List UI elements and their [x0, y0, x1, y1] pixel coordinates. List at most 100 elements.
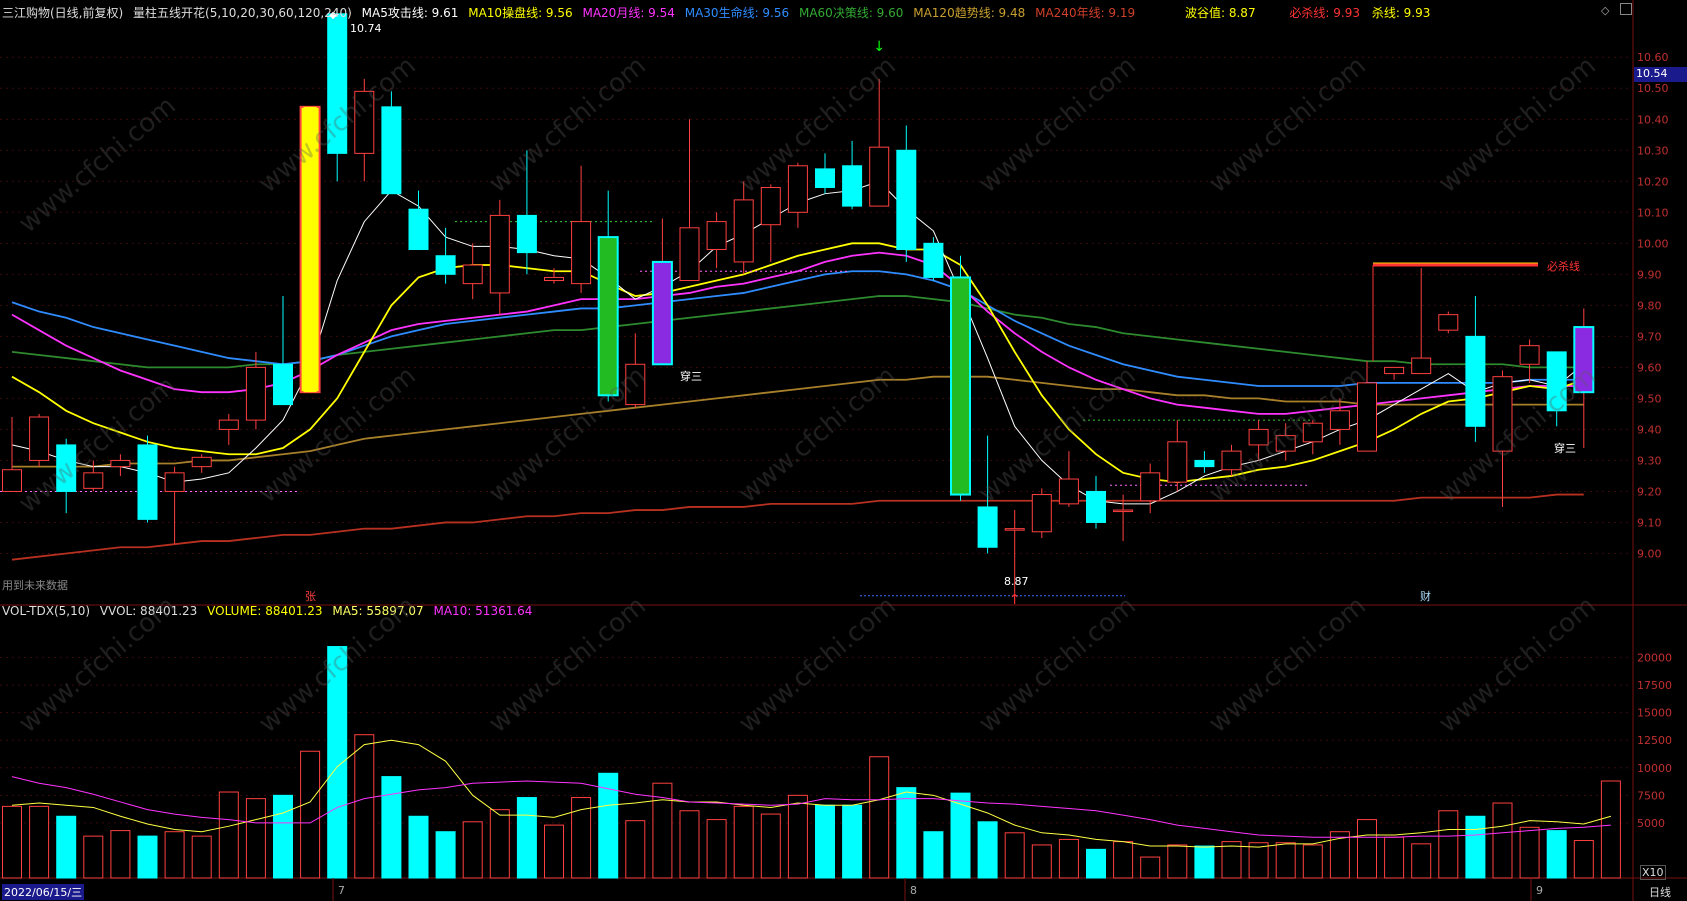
volume-bar [1519, 826, 1540, 879]
ma120-legend: MA120趋势线: 9.48 [913, 6, 1026, 20]
candle-body [679, 227, 700, 282]
candle-body [56, 444, 77, 492]
volume-bar [327, 646, 348, 879]
candle-body [1248, 428, 1269, 446]
volume-bar [137, 835, 158, 879]
volume-bar [1248, 842, 1269, 879]
volume-tick-label: 12500 [1637, 734, 1672, 747]
volume-bar [625, 820, 646, 879]
month-7-label: 7 [338, 884, 345, 897]
limit-up-inner [303, 106, 317, 393]
candle-body [1302, 422, 1323, 443]
candle-body [842, 165, 863, 207]
candle-body [273, 363, 293, 406]
volume-bar [516, 797, 537, 879]
period-label[interactable]: 日线 [1649, 884, 1671, 900]
candle-body [1465, 335, 1486, 427]
price-tick-label: 10.60 [1637, 51, 1669, 64]
candle-body [1221, 450, 1242, 471]
volume-tick-label: 5000 [1637, 817, 1665, 830]
volume-bar [462, 821, 483, 879]
price-tick-label: 10.50 [1637, 82, 1669, 95]
volume-bar [381, 776, 402, 879]
volume-bar [733, 805, 754, 879]
candle-body [1004, 528, 1025, 531]
kill-line-legend: 必杀线: 9.93 [1289, 6, 1360, 20]
vol-ma5-legend: MA5: 55897.07 [332, 604, 424, 618]
candle-body [977, 506, 998, 548]
volume-bar [815, 804, 835, 879]
candle-body [137, 444, 158, 520]
volume-bar [1086, 848, 1106, 879]
price-tick-label: 9.60 [1637, 361, 1662, 374]
volume-bar [408, 815, 429, 879]
volume-tick-label: 10000 [1637, 762, 1672, 775]
candle-body [1384, 366, 1405, 375]
zhang-label: 张 [305, 590, 316, 603]
volume-bar [1113, 841, 1134, 879]
candle-body [354, 90, 375, 154]
volume-bar [1384, 836, 1405, 879]
candle-body [625, 363, 646, 406]
candle-body [1411, 357, 1432, 375]
ma5-legend: MA5攻击线: 9.61 [361, 6, 459, 20]
candle-body [164, 472, 185, 492]
price-tick-label: 9.30 [1637, 454, 1662, 467]
candle-body [191, 456, 212, 468]
volume-bar [760, 813, 781, 879]
month-8-label: 8 [910, 884, 917, 897]
candle-body [110, 459, 131, 468]
candle-body [706, 221, 727, 251]
cai-label: 财 [1420, 590, 1431, 603]
vol-title[interactable]: VOL-TDX(5,10) [2, 604, 90, 618]
high-value-label: 10.74 [350, 22, 382, 35]
volume-bar [245, 798, 266, 879]
volume-bar [1031, 844, 1052, 879]
volume-bar [1411, 843, 1432, 879]
chart-stage: 9.00 9.10 9.20 9.30 9.40 9.50 9.60 9.70 9.80 9.90… [0, 0, 1687, 901]
price-tick-label: 10.10 [1637, 206, 1669, 219]
indicator-title[interactable]: 量柱五线开花(5,10,20,30,60,120,240) [133, 6, 352, 20]
volume-bar [842, 804, 863, 879]
volume-bar [544, 824, 564, 879]
candle-body [733, 199, 754, 263]
chart-canvas: 9.00 9.10 9.20 9.30 9.40 9.50 9.60 9.70 9.80 9.90… [0, 0, 1687, 901]
breakdown-candle [950, 276, 971, 496]
candle-body [1357, 382, 1377, 452]
candle-body [1438, 314, 1459, 331]
price-tick-label: 10.20 [1637, 175, 1669, 188]
candle-body [435, 255, 456, 275]
volume-bar [706, 819, 727, 879]
buy-arrow-icon: ↑ [1009, 592, 1021, 608]
volume-bar [787, 794, 808, 879]
diamond-icon[interactable]: ◇ [1601, 4, 1609, 17]
volume-bar [435, 831, 456, 879]
candle-body [1275, 435, 1296, 452]
volume-bar [1221, 841, 1242, 879]
candle-body [1167, 441, 1188, 483]
candle-body [923, 242, 944, 278]
candle-body [462, 264, 483, 285]
price-tick-label: 9.70 [1637, 330, 1662, 343]
price-tick-label: 9.80 [1637, 299, 1662, 312]
candle-body [1329, 410, 1350, 430]
maximize-icon[interactable] [1620, 3, 1632, 15]
candle-body [1194, 459, 1215, 468]
volume-bar [1194, 845, 1215, 879]
volume-bar [1167, 844, 1188, 879]
candle-body [1058, 478, 1079, 505]
stock-title[interactable]: 三江购物(日线,前复权) [2, 6, 123, 20]
volume-bar [164, 831, 185, 879]
volume-bar [896, 787, 917, 879]
low-value-label: 8.87 [1004, 575, 1029, 588]
volume-bar [300, 750, 321, 879]
ma10-legend: MA10操盘线: 9.56 [468, 6, 573, 20]
volume-bar [1004, 832, 1025, 879]
candle-body [327, 13, 348, 154]
sha-line-legend: 杀线: 9.93 [1371, 6, 1431, 20]
candle-body [1086, 490, 1106, 523]
candle-body [571, 221, 592, 285]
candle-body [516, 214, 537, 254]
future-data-label: 用到未来数据 [2, 579, 68, 592]
breakthrough-candle [651, 260, 673, 366]
